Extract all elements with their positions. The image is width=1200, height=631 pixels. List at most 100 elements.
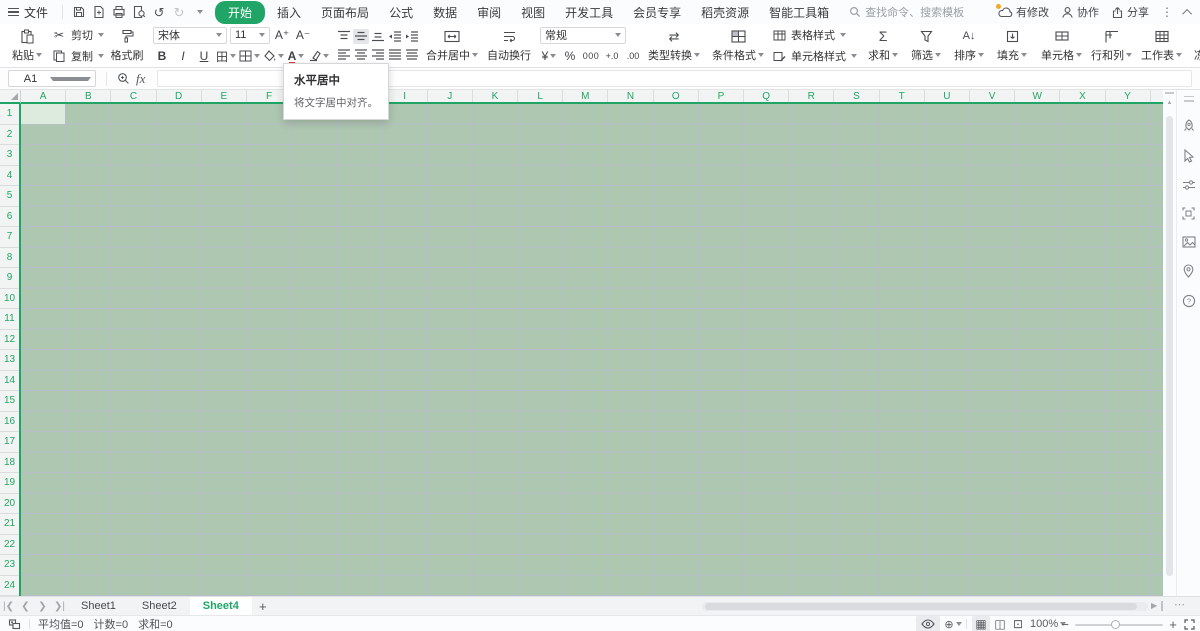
column-header-c[interactable]: C	[111, 90, 157, 102]
cursor-icon[interactable]	[1182, 149, 1195, 163]
align-bottom-button[interactable]	[370, 29, 386, 44]
help-icon[interactable]: ?	[1182, 294, 1196, 308]
horizontal-center-button[interactable]	[353, 47, 369, 62]
align-left-button[interactable]	[336, 47, 352, 62]
sheet-tab-sheet1[interactable]: Sheet1	[68, 597, 129, 615]
undo-icon[interactable]: ↺	[149, 2, 169, 22]
column-header-v[interactable]: V	[970, 90, 1016, 102]
sliders-icon[interactable]	[1182, 179, 1196, 191]
eye-protect-icon[interactable]	[916, 616, 940, 631]
menu-tab-9[interactable]: 稻壳资源	[691, 1, 759, 24]
sum-button[interactable]: Σ 求和	[863, 26, 903, 66]
sheet-tab-sheet4[interactable]: Sheet4	[189, 597, 252, 615]
menu-tab-1[interactable]: 插入	[267, 1, 311, 24]
column-header-x[interactable]: X	[1060, 90, 1106, 102]
thousands-format-button[interactable]: 000	[582, 48, 600, 65]
row-header-21[interactable]: 21	[0, 514, 19, 535]
row-header-16[interactable]: 16	[0, 412, 19, 432]
menu-tab-8[interactable]: 会员专享	[623, 1, 691, 24]
row-header-10[interactable]: 10	[0, 289, 19, 309]
row-header-15[interactable]: 15	[0, 391, 19, 412]
share-button[interactable]: 分享	[1111, 4, 1149, 20]
column-header-e[interactable]: E	[202, 90, 247, 102]
menu-tab-0[interactable]: 开始	[215, 0, 266, 24]
row-header-11[interactable]: 11	[0, 309, 19, 330]
merge-center-button[interactable]: 合并居中	[423, 26, 481, 66]
percent-format-button[interactable]: %	[561, 48, 579, 65]
table-style-button[interactable]: 表格样式	[770, 27, 857, 44]
type-convert-button[interactable]: ⇄ 类型转换	[645, 26, 703, 66]
collaborate-button[interactable]: 协作	[1061, 4, 1099, 20]
freeze-panes-button[interactable]: 冻结窗格	[1191, 26, 1200, 66]
column-header-t[interactable]: T	[880, 90, 925, 102]
command-search[interactable]: 查找命令、搜索模板	[849, 4, 964, 20]
collapse-ribbon-icon[interactable]	[1182, 8, 1193, 19]
font-color-button[interactable]: A	[287, 48, 305, 65]
column-header-s[interactable]: S	[834, 90, 880, 102]
column-header-a[interactable]: A	[21, 90, 67, 102]
borders-button[interactable]: 田	[216, 48, 237, 65]
justify-button[interactable]	[387, 47, 403, 62]
zoom-slider[interactable]	[1075, 619, 1163, 629]
active-cell-a1[interactable]	[21, 104, 66, 124]
vertical-scrollbar[interactable]: ▲	[1163, 90, 1176, 596]
rail-handle[interactable]	[1183, 100, 1194, 102]
rows-cols-button[interactable]: 行和列	[1088, 26, 1135, 66]
bold-button[interactable]: B	[153, 48, 171, 65]
row-header-23[interactable]: 23	[0, 555, 19, 576]
sheet-tab-sheet2[interactable]: Sheet2	[129, 597, 190, 615]
cut-button[interactable]: ✂ 剪切	[50, 27, 104, 44]
sync-status[interactable]: 有修改	[996, 4, 1049, 20]
row-header-9[interactable]: 9	[0, 268, 19, 289]
select-all-corner[interactable]	[0, 90, 21, 104]
view-page-layout-icon[interactable]: ◫	[991, 616, 1009, 631]
conditional-format-button[interactable]: 条件格式	[709, 26, 767, 66]
zoom-out-icon[interactable]: −	[1058, 616, 1072, 631]
row-header-17[interactable]: 17	[0, 432, 19, 453]
vertical-scroll-thumb[interactable]	[1166, 116, 1173, 576]
paste-button[interactable]: 粘贴	[7, 26, 47, 66]
column-header-b[interactable]: B	[66, 90, 112, 102]
increase-decimal-button[interactable]: +.0	[603, 48, 621, 65]
scrollbar-resize-handle[interactable]	[1161, 601, 1163, 611]
copy-button[interactable]: 复制	[50, 48, 104, 65]
horizontal-scroll-thumb[interactable]	[705, 603, 1137, 610]
distributed-button[interactable]	[404, 47, 420, 62]
image-edit-icon[interactable]	[1181, 236, 1196, 248]
add-sheet-button[interactable]: +	[252, 597, 274, 615]
row-header-12[interactable]: 12	[0, 330, 19, 350]
row-header-19[interactable]: 19	[0, 473, 19, 494]
fx-icon[interactable]: fx	[136, 71, 145, 87]
zoom-formula-icon[interactable]	[117, 72, 130, 85]
zoom-in-icon[interactable]: +	[1166, 616, 1180, 631]
redo-icon[interactable]: ↻	[169, 2, 189, 22]
first-sheet-icon[interactable]: |❮	[0, 597, 17, 615]
save-icon[interactable]	[69, 2, 89, 22]
clear-format-button[interactable]	[308, 48, 330, 65]
row-header-22[interactable]: 22	[0, 535, 19, 555]
menu-tab-6[interactable]: 视图	[511, 1, 555, 24]
decrease-decimal-button[interactable]: .00	[624, 48, 642, 65]
menu-tab-7[interactable]: 开发工具	[555, 1, 623, 24]
align-top-button[interactable]	[336, 29, 352, 44]
row-header-3[interactable]: 3	[0, 145, 19, 166]
cells-button[interactable]: 单元格	[1038, 26, 1085, 66]
row-header-20[interactable]: 20	[0, 494, 19, 514]
menu-tab-5[interactable]: 审阅	[467, 1, 511, 24]
column-header-k[interactable]: K	[473, 90, 519, 102]
column-header-n[interactable]: N	[608, 90, 654, 102]
zoom-slider-knob[interactable]	[1111, 619, 1120, 629]
rail-handle[interactable]	[1183, 95, 1194, 97]
increase-indent-button[interactable]	[404, 29, 420, 44]
sheetbar-more-icon[interactable]: ⋯	[1174, 598, 1186, 611]
column-header-m[interactable]: M	[563, 90, 609, 102]
name-box[interactable]: A1	[8, 70, 96, 87]
column-header-r[interactable]: R	[789, 90, 835, 102]
column-header-y[interactable]: Y	[1106, 90, 1151, 102]
vertical-center-button[interactable]	[352, 29, 369, 44]
scroll-up-icon[interactable]: ▲	[1163, 100, 1176, 106]
next-sheet-icon[interactable]: ❯	[34, 597, 51, 615]
view-normal-icon[interactable]: ▦	[972, 616, 990, 631]
column-header-p[interactable]: P	[699, 90, 744, 102]
row-header-2[interactable]: 2	[0, 125, 19, 145]
